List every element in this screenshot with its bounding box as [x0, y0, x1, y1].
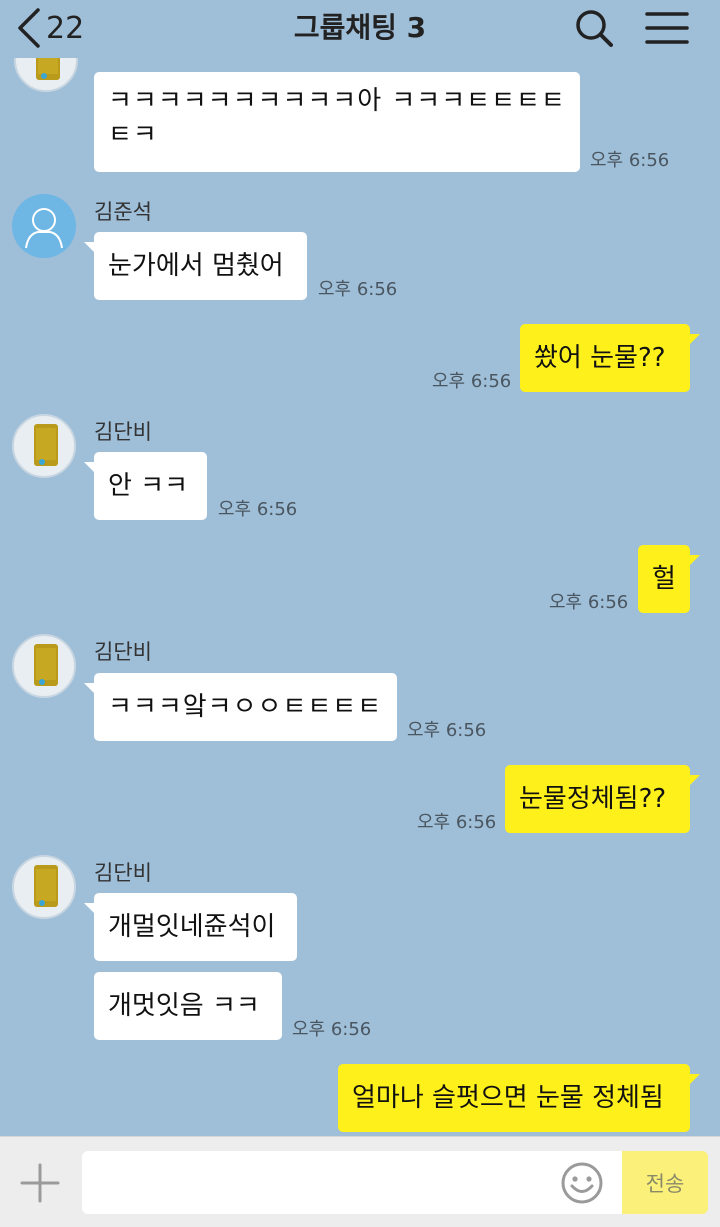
search-icon	[576, 10, 613, 47]
avatar[interactable]	[12, 855, 76, 919]
message-text: 개멀잇네쥰석이	[108, 912, 276, 942]
message-time: 오후 6:56	[407, 720, 487, 741]
menu-button[interactable]	[644, 8, 690, 48]
message-bubble[interactable]: 눈물정체됨??	[505, 765, 700, 833]
message-text: 눈가에서 멈췄어	[108, 251, 284, 281]
message-input-bar: 전송	[0, 1136, 720, 1227]
message-text: 안 ㅋㅋ	[108, 471, 189, 501]
profile-photo-icon	[34, 424, 58, 466]
message-text: ㅋㅋㅋㅋㅋㅋㅋㅋㅋㅋ아 ㅋㅋㅋㅌㅌㅌㅌ ㅌㅋ	[108, 86, 566, 150]
sender-name: 김준석	[94, 200, 152, 224]
message-bubble[interactable]: 안 ㅋㅋ	[84, 452, 207, 520]
message-text: 헐	[652, 564, 676, 594]
menu-icon	[645, 12, 689, 44]
send-button[interactable]: 전송	[622, 1151, 708, 1214]
default-profile-icon	[25, 208, 63, 249]
message-time: 오후 6:56	[292, 1019, 372, 1040]
message-time: 오후 6:56	[549, 592, 629, 613]
message-bubble[interactable]: 눈가에서 멈췄어	[84, 232, 307, 300]
message-text: 쐈어 눈물??	[534, 343, 666, 373]
search-button[interactable]	[572, 6, 616, 50]
message-time: 오후 6:56	[590, 150, 670, 171]
sender-name: 김단비	[94, 861, 152, 885]
message-bubble[interactable]: ㅋㅋㅋ앜ㅋㅇㅇㅌㅌㅌㅌ	[84, 673, 397, 741]
avatar[interactable]	[12, 634, 76, 698]
profile-photo-icon	[34, 644, 58, 686]
message-text: 얼마나 슬펏으면 눈물 정체됨	[352, 1083, 664, 1113]
sender-name: 김단비	[94, 420, 152, 444]
plus-icon	[20, 1163, 60, 1203]
message-text: 개멋잇음 ㅋㅋ	[108, 991, 260, 1021]
message-input[interactable]	[82, 1151, 622, 1214]
sender-name: 김단비	[94, 640, 152, 664]
message-bubble[interactable]: ㅋㅋㅋㅋㅋㅋㅋㅋㅋㅋ아 ㅋㅋㅋㅌㅌㅌㅌ ㅌㅋ	[94, 72, 580, 172]
message-bubble[interactable]: 얼마나 슬펏으면 눈물 정체됨	[338, 1064, 700, 1132]
message-text: 눈물정체됨??	[519, 784, 667, 814]
emoticon-button[interactable]	[560, 1161, 604, 1205]
message-bubble[interactable]: 헐	[638, 545, 700, 613]
message-time: 오후 6:56	[218, 499, 298, 520]
message-time: 오후 6:56	[432, 371, 512, 392]
profile-photo-icon	[34, 865, 58, 907]
chat-header: 22 그룹채팅 3	[0, 0, 720, 58]
avatar[interactable]	[12, 194, 76, 258]
message-bubble[interactable]: 개멀잇네쥰석이	[84, 893, 297, 961]
message-text: ㅋㅋㅋ앜ㅋㅇㅇㅌㅌㅌㅌ	[108, 692, 383, 722]
avatar[interactable]	[12, 414, 76, 478]
message-bubble[interactable]: 쐈어 눈물??	[520, 324, 700, 392]
message-time: 오후 6:56	[417, 812, 497, 833]
emoji-icon	[561, 1162, 603, 1204]
message-time: 오후 6:56	[318, 279, 398, 300]
message-bubble[interactable]: 개멋잇음 ㅋㅋ	[94, 972, 282, 1040]
attach-button[interactable]	[18, 1161, 62, 1205]
